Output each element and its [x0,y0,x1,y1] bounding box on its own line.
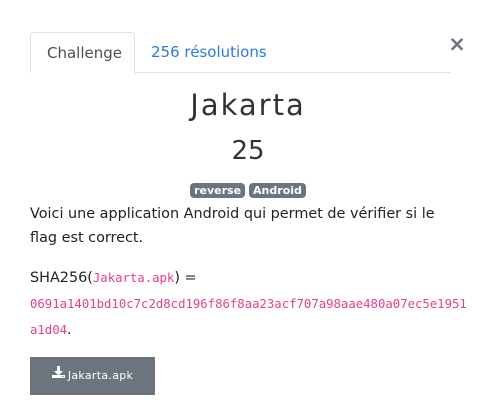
close-button[interactable]: × [448,33,466,55]
download-button[interactable]: Jakarta.apk [30,357,155,395]
hash-suffix: ) = [174,270,197,286]
tab-challenge[interactable]: Challenge [30,32,135,73]
tab-solves[interactable]: 256 résolutions [135,32,283,73]
hash-value-text: 0691a1401bd10c7c2d8cd196f86f8aa23acf707a… [30,297,467,337]
hash-prefix: SHA256( [30,270,93,286]
tag-android: Android [249,183,306,198]
challenge-description: Voici une application Android qui permet… [30,206,435,246]
hash-info: SHA256(Jakarta.apk) = 0691a1401bd10c7c2d… [30,266,470,343]
hash-value: 0691a1401bd10c7c2d8cd196f86f8aa23acf707a… [30,291,470,343]
challenge-value: 25 [231,136,265,166]
tag-reverse: reverse [190,183,246,198]
hash-filename: Jakarta.apk [92,271,175,285]
download-icon [51,356,65,394]
challenge-name: Jakarta [190,88,306,122]
download-label: Jakarta.apk [67,369,134,382]
hash-end: . [67,322,72,338]
challenge-tags: reverse Android [0,183,496,198]
challenge-tabs: Challenge 256 résolutions [30,32,450,73]
